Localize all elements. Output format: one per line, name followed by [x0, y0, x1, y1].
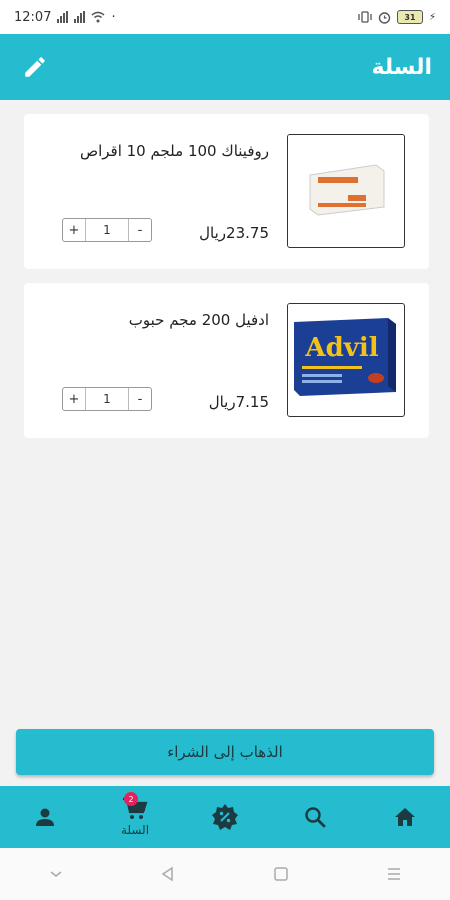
nav-item-offers[interactable]	[190, 786, 260, 848]
cart-item[interactable]: Advil ادفيل 200 مجم حبوب 7.15ريال + 1 -	[24, 283, 429, 438]
system-nav-bar	[0, 848, 450, 900]
checkout-button[interactable]: الذهاب إلى الشراء	[16, 729, 434, 775]
nav-item-cart[interactable]: 2 السلة	[100, 786, 170, 848]
home-icon	[395, 808, 415, 826]
edit-pencil-icon[interactable]	[22, 54, 48, 80]
charging-icon: ⚡	[428, 11, 436, 23]
product-price: 23.75ريال	[199, 224, 269, 242]
product-price: 7.15ريال	[208, 393, 269, 411]
status-bar: 12:07 · 31 ⚡	[0, 0, 450, 34]
cart-count-badge: 2	[124, 792, 138, 806]
status-time: 12:07	[14, 9, 52, 25]
quantity-stepper: + 1 -	[62, 387, 152, 411]
app-bar: السلة	[0, 34, 450, 100]
cart-item[interactable]: روفيناك 100 ملجم 10 اقراص 23.75ريال + 1 …	[24, 114, 429, 269]
back-icon[interactable]	[160, 866, 176, 882]
increment-button[interactable]: +	[63, 392, 85, 407]
alarm-icon	[378, 11, 391, 24]
home-square-icon[interactable]	[273, 866, 289, 882]
status-right: 31 ⚡	[358, 10, 436, 24]
user-icon	[36, 808, 54, 826]
product-name: روفيناك 100 ملجم 10 اقراص	[79, 142, 269, 160]
signal-icon	[57, 11, 69, 23]
product-name: ادفيل 200 مجم حبوب	[128, 311, 269, 329]
status-left: 12:07 ·	[14, 10, 116, 25]
nav-item-profile[interactable]	[10, 786, 80, 848]
decrement-button[interactable]: -	[129, 392, 151, 407]
quantity-value: 1	[85, 388, 129, 410]
quantity-value: 1	[85, 219, 129, 241]
advil-box-image: Advil	[288, 304, 403, 415]
search-icon	[305, 807, 326, 828]
signal-icon-2	[74, 11, 86, 23]
battery-icon: 31	[396, 10, 423, 24]
increment-button[interactable]: +	[63, 223, 85, 238]
cart-list: روفيناك 100 ملجم 10 اقراص 23.75ريال + 1 …	[24, 114, 429, 452]
page-title: السلة	[371, 54, 432, 80]
rofenac-box-image	[288, 135, 403, 246]
product-image: Advil	[287, 303, 405, 417]
decrement-button[interactable]: -	[129, 223, 151, 238]
nav-item-home[interactable]	[370, 786, 440, 848]
bottom-nav: 2 السلة	[0, 786, 450, 848]
discount-badge-icon	[212, 804, 238, 830]
nav-label-cart: السلة	[120, 823, 150, 837]
nav-item-search[interactable]	[280, 786, 350, 848]
wifi-icon	[91, 11, 105, 23]
chevron-down-icon[interactable]	[49, 869, 63, 879]
dot-icon: ·	[111, 9, 116, 25]
quantity-stepper: + 1 -	[62, 218, 152, 242]
product-image	[287, 134, 405, 248]
menu-icon[interactable]	[386, 867, 402, 881]
advil-logo-text: Advil	[304, 333, 378, 363]
vibrate-icon	[358, 11, 372, 23]
